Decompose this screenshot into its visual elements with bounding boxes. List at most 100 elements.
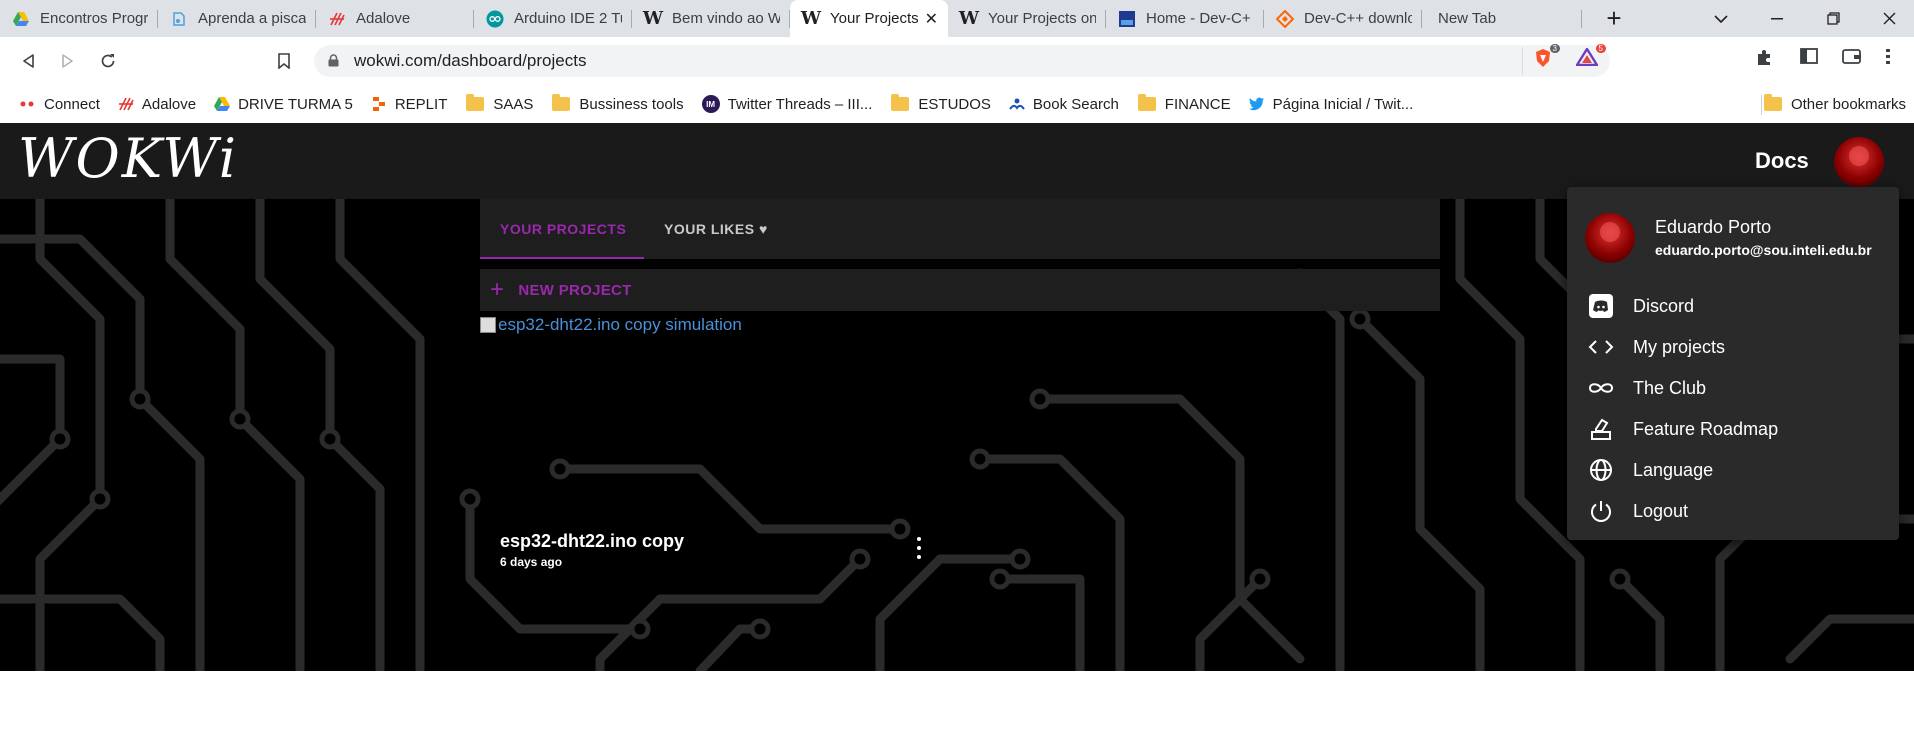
sourceforge-icon	[1276, 9, 1294, 28]
other-bookmarks[interactable]: Other bookmarks	[1763, 85, 1906, 123]
browser-tab[interactable]: Encontros Progra	[0, 0, 158, 37]
wokwi-icon: W	[642, 8, 664, 29]
google-drive-icon	[12, 10, 30, 28]
tab-search-chevron-icon[interactable]	[1706, 0, 1736, 37]
new-project-button[interactable]: + NEW PROJECT	[480, 269, 1440, 311]
folder-icon	[1763, 94, 1783, 112]
menu-item-the-club[interactable]: The Club	[1587, 372, 1706, 404]
wokwi-icon: W	[800, 8, 822, 29]
browser-tab[interactable]: Adalove	[316, 0, 474, 37]
folder-icon	[551, 94, 571, 112]
address-bar[interactable]: wokwi.com/dashboard/projects	[314, 45, 1610, 77]
menu-item-language[interactable]: Language	[1587, 454, 1713, 486]
bookmark-connect[interactable]: Connect	[20, 96, 100, 113]
toolbar-divider	[1522, 47, 1523, 75]
user-email: eduardo.porto@sou.inteli.edu.br	[1655, 242, 1872, 258]
doc-icon	[170, 10, 188, 28]
browser-tab[interactable]: New Tab	[1422, 0, 1582, 37]
forward-button[interactable]	[54, 47, 82, 75]
bookmark-folder-finance[interactable]: FINANCE	[1137, 94, 1231, 113]
browser-tab-active[interactable]: W Your Projects ✕	[790, 0, 948, 37]
tab-title: Bem vindo ao W	[672, 10, 780, 27]
menu-item-label: The Club	[1633, 377, 1707, 398]
brave-badge: 3	[1549, 44, 1560, 53]
close-window-button[interactable]	[1874, 0, 1904, 37]
replit-icon	[371, 96, 387, 112]
twitter-icon	[1248, 96, 1265, 112]
menu-item-label: Discord	[1633, 295, 1695, 316]
browser-tab[interactable]: Home - Dev-C+	[1106, 0, 1264, 37]
tab-title: Your Projects	[830, 10, 919, 27]
wallet-icon[interactable]	[1842, 48, 1862, 69]
menu-item-label: Feature Roadmap	[1633, 418, 1779, 439]
bookmark-label: SAAS	[493, 95, 534, 113]
project-thumbnail-alt: esp32-dht22.ino copy simulation	[498, 315, 742, 334]
folder-icon	[1137, 94, 1157, 112]
menu-item-logout[interactable]: Logout	[1587, 495, 1688, 527]
bookmark-drive-turma[interactable]: DRIVE TURMA 5	[214, 96, 353, 113]
project-name[interactable]: esp32-dht22.ino copy	[500, 531, 684, 552]
more-options-icon[interactable]	[912, 537, 926, 559]
adalove-icon	[118, 96, 134, 112]
bookmark-folder-estudos[interactable]: ESTUDOS	[890, 94, 991, 113]
url-text: wokwi.com/dashboard/projects	[354, 51, 587, 70]
bookmark-folder-saas[interactable]: SAAS	[465, 94, 534, 113]
reload-button[interactable]	[94, 47, 122, 75]
browser-tab[interactable]: W Bem vindo ao W	[632, 0, 790, 37]
menu-item-label: Logout	[1633, 500, 1689, 521]
brave-shields-icon[interactable]: 3	[1534, 44, 1560, 73]
close-tab-icon[interactable]: ✕	[925, 9, 938, 29]
bookmark-book-search[interactable]: Book Search	[1009, 96, 1119, 113]
tab-your-likes[interactable]: YOUR LIKES ♥	[664, 199, 768, 259]
sidebar-icon[interactable]	[1800, 48, 1818, 69]
browser-tab[interactable]: Arduino IDE 2 Tu	[474, 0, 632, 37]
infinity-icon	[1587, 374, 1615, 402]
tab-your-projects[interactable]: YOUR PROJECTS	[500, 199, 626, 259]
browser-tab[interactable]: W Your Projects on	[948, 0, 1106, 37]
plus-icon: +	[490, 276, 505, 303]
bookmark-label: Other bookmarks	[1790, 95, 1906, 113]
menu-item-discord[interactable]: Discord	[1587, 290, 1694, 322]
tab-title: New Tab	[1438, 10, 1497, 27]
browser-tab[interactable]: Dev-C++ downlo	[1264, 0, 1422, 37]
new-tab-button[interactable]: +	[1598, 0, 1630, 37]
bookmark-folder-business-tools[interactable]: Bussiness tools	[551, 94, 684, 113]
wokwi-logo[interactable]: WOKWi	[18, 127, 238, 190]
adalove-icon	[328, 10, 346, 28]
broken-image-icon	[480, 317, 496, 333]
code-icon	[1587, 333, 1615, 361]
extensions-puzzle-icon[interactable]	[1756, 48, 1774, 71]
bookmark-replit[interactable]: REPLIT	[371, 96, 447, 113]
menu-item-feature-roadmap[interactable]: Feature Roadmap	[1587, 413, 1778, 445]
tab-title: Adalove	[356, 10, 411, 27]
dots-icon	[20, 96, 36, 112]
tab-title: Encontros Progra	[40, 10, 148, 27]
docs-link[interactable]: Docs	[1755, 148, 1809, 174]
menu-icon[interactable]	[1884, 48, 1892, 71]
brave-rewards-icon[interactable]: 5	[1574, 44, 1606, 71]
restore-window-button[interactable]	[1818, 0, 1848, 37]
im-icon: IM	[701, 95, 720, 113]
minimize-window-button[interactable]	[1762, 0, 1792, 37]
new-project-label: NEW PROJECT	[518, 281, 632, 299]
globe-icon	[1587, 456, 1615, 484]
wokwi-icon: W	[958, 8, 980, 29]
bookmark-icon[interactable]	[270, 47, 298, 75]
user-name: Eduardo Porto	[1655, 217, 1772, 237]
menu-item-my-projects[interactable]: My projects	[1587, 331, 1725, 363]
back-button[interactable]	[14, 47, 42, 75]
tab-title: Dev-C++ downlo	[1304, 10, 1412, 27]
browser-tab[interactable]: Aprenda a piscar	[158, 0, 316, 37]
power-icon	[1587, 497, 1615, 525]
dashboard-tabs: YOUR PROJECTS YOUR LIKES ♥	[480, 199, 1440, 259]
bookmark-label: ESTUDOS	[918, 95, 991, 113]
bookmark-twitter[interactable]: Página Inicial / Twit...	[1248, 96, 1413, 113]
project-date: 6 days ago	[500, 555, 563, 569]
bookmark-twitter-threads[interactable]: IM Twitter Threads – III...	[701, 95, 872, 113]
rewards-badge: 5	[1595, 44, 1606, 53]
bookmark-label: Book Search	[1032, 95, 1119, 113]
wokwi-page: WOKWi Docs YOUR PROJECTS YOUR LIKES ♥ + …	[0, 123, 1914, 756]
project-thumbnail[interactable]: esp32-dht22.ino copy simulation	[480, 315, 742, 335]
avatar[interactable]	[1834, 137, 1884, 187]
bookmark-adalove[interactable]: Adalove	[118, 96, 196, 113]
